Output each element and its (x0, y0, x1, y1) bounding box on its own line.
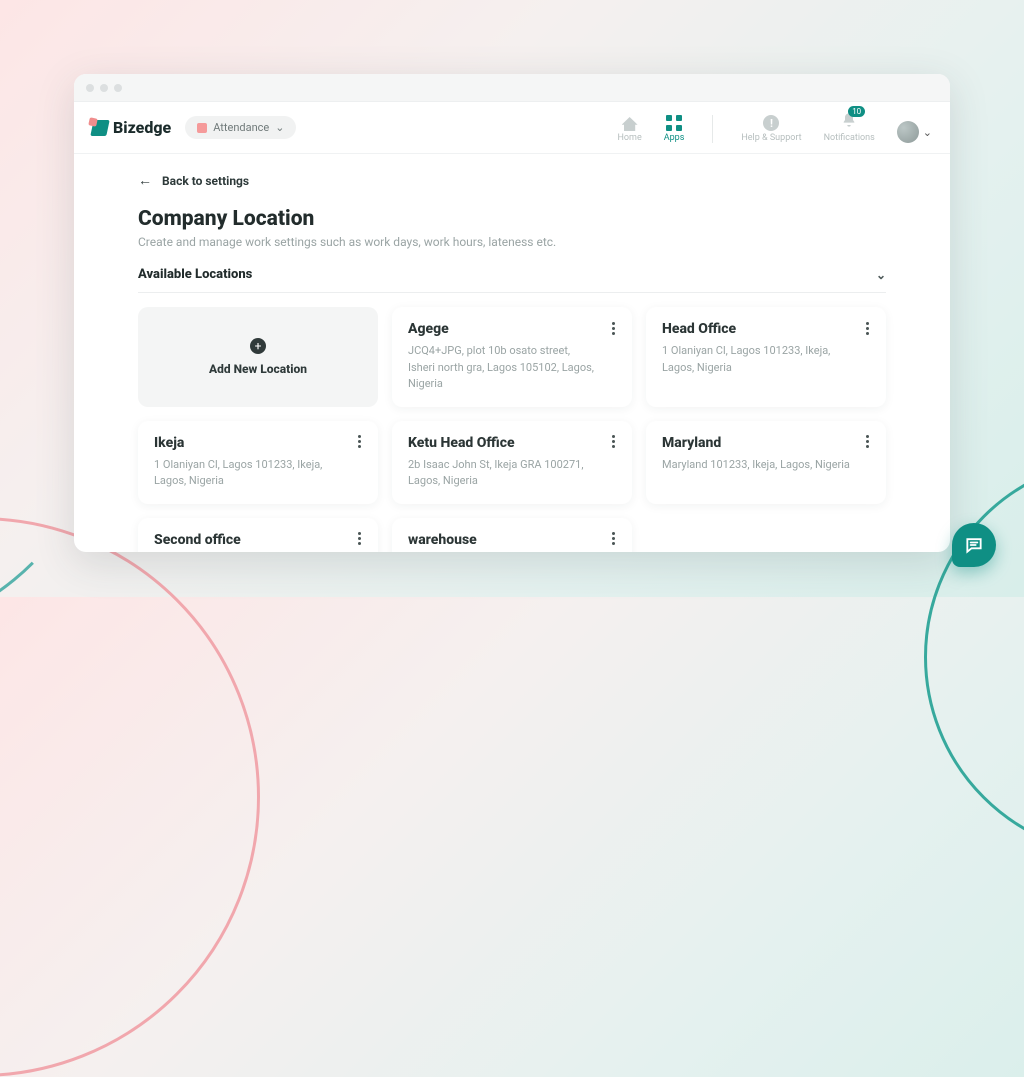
home-icon (622, 117, 638, 131)
notification-badge: 10 (848, 106, 865, 117)
card-menu-button[interactable] (350, 433, 368, 451)
topbar: Bizedge Attendance ⌄ Home Apps ! Help & … (74, 102, 950, 154)
add-location-label: Add New Location (209, 362, 307, 376)
page-title: Company Location (138, 207, 886, 231)
card-menu-button[interactable] (350, 530, 368, 548)
location-name: warehouse (408, 532, 616, 548)
page-subtitle: Create and manage work settings such as … (138, 235, 886, 249)
card-menu-button[interactable] (604, 530, 622, 548)
nav-help[interactable]: ! Help & Support (741, 115, 801, 143)
location-name: Agege (408, 321, 616, 337)
card-menu-button[interactable] (604, 433, 622, 451)
context-label: Attendance (213, 121, 269, 134)
nav-home[interactable]: Home (618, 117, 642, 143)
card-menu-button[interactable] (604, 319, 622, 337)
chat-fab[interactable] (952, 523, 996, 567)
nav-divider (712, 115, 713, 143)
brand-name: Bizedge (113, 118, 171, 137)
location-address: 2b Isaac John St, Ikeja GRA 100271, Lago… (408, 457, 599, 490)
location-address: 1 Olaniyan Cl, Lagos 101233, Ikeja, Lago… (662, 343, 853, 376)
section-title: Available Locations (138, 267, 252, 282)
window-dot (86, 84, 94, 92)
main-content: ← Back to settings Company Location Crea… (74, 154, 950, 552)
back-label: Back to settings (162, 174, 249, 188)
user-menu[interactable]: ⌄ (897, 121, 932, 143)
chevron-down-icon: ⌄ (275, 121, 284, 134)
add-new-location[interactable]: + Add New Location (138, 307, 378, 407)
nav-notifications[interactable]: 10 Notifications (824, 112, 875, 143)
location-card[interactable]: Head Office 1 Olaniyan Cl, Lagos 101233,… (646, 307, 886, 407)
section-available-locations[interactable]: Available Locations ⌄ (138, 267, 886, 293)
location-card[interactable]: Ketu Head Office 2b Isaac John St, Ikeja… (392, 421, 632, 504)
location-name: Second office (154, 532, 362, 548)
avatar (897, 121, 919, 143)
plus-icon: + (250, 338, 266, 354)
window-dot (100, 84, 108, 92)
top-nav: Home Apps ! Help & Support 10 Notificati… (618, 112, 933, 143)
context-switcher[interactable]: Attendance ⌄ (185, 116, 296, 139)
location-card[interactable]: Ikeja 1 Olaniyan Cl, Lagos 101233, Ikeja… (138, 421, 378, 504)
location-card[interactable]: Maryland Maryland 101233, Ikeja, Lagos, … (646, 421, 886, 504)
browser-window: Bizedge Attendance ⌄ Home Apps ! Help & … (74, 74, 950, 552)
locations-grid: + Add New Location Agege JCQ4+JPG, plot … (138, 307, 886, 552)
info-icon: ! (763, 115, 779, 131)
location-name: Maryland (662, 435, 870, 451)
brand-logo-icon (92, 120, 108, 136)
location-card[interactable]: Second office 1 Ojoko Rd, Olowora, Agege… (138, 518, 378, 553)
nav-label: Help & Support (741, 133, 801, 143)
brand-logo[interactable]: Bizedge (92, 118, 171, 137)
location-address: Maryland 101233, Ikeja, Lagos, Nigeria (662, 457, 853, 474)
chevron-down-icon: ⌄ (923, 126, 932, 139)
nav-apps[interactable]: Apps (664, 115, 685, 143)
location-card[interactable]: Agege JCQ4+JPG, plot 10b osato street, I… (392, 307, 632, 407)
location-address: 1 Olaniyan Cl, Lagos 101233, Ikeja, Lago… (154, 457, 345, 490)
card-menu-button[interactable] (858, 433, 876, 451)
nav-label: Notifications (824, 133, 875, 143)
apps-icon (666, 115, 682, 131)
location-name: Head Office (662, 321, 870, 337)
bg-decor (0, 517, 260, 1077)
arrow-left-icon: ← (138, 172, 152, 189)
context-icon (197, 123, 207, 133)
location-card[interactable]: warehouse 6 Victoria Adekoya St, Isheri … (392, 518, 632, 553)
browser-chrome-bar (74, 74, 950, 102)
card-menu-button[interactable] (858, 319, 876, 337)
chevron-down-icon: ⌄ (876, 268, 886, 282)
nav-label: Apps (664, 133, 685, 143)
nav-label: Home (618, 133, 642, 143)
location-address: JCQ4+JPG, plot 10b osato street, Isheri … (408, 343, 599, 393)
window-dot (114, 84, 122, 92)
chat-icon (964, 535, 984, 555)
back-to-settings[interactable]: ← Back to settings (138, 172, 886, 189)
location-name: Ikeja (154, 435, 362, 451)
location-name: Ketu Head Office (408, 435, 616, 451)
